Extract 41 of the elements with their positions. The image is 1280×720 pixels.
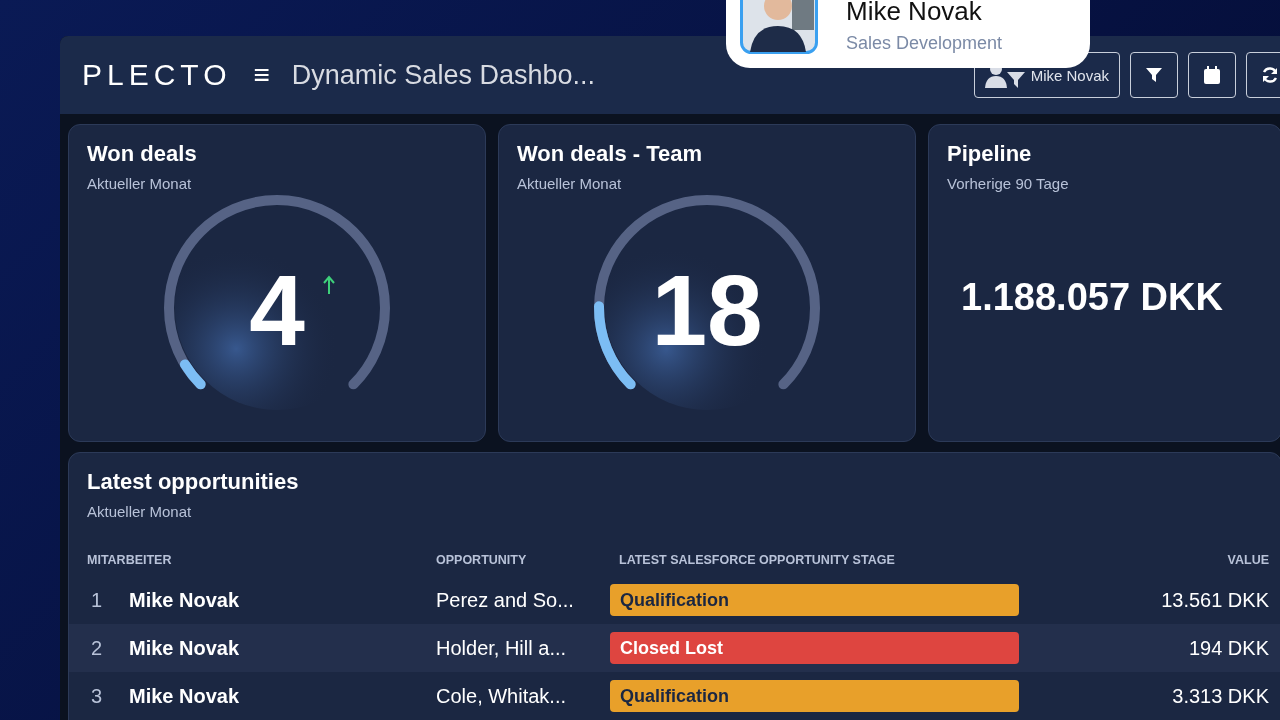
- calendar-button[interactable]: [1188, 52, 1236, 98]
- table-cell-text: 3.313 DKK: [1171, 684, 1269, 708]
- widget-subtitle: Vorherige 90 Tage: [947, 175, 1070, 192]
- table-title: Latest opportunities: [87, 469, 300, 495]
- filter-icon: [1145, 66, 1163, 84]
- stage-badge: Closed Lost: [610, 632, 1019, 664]
- widget-title: Won deals - Team: [517, 141, 703, 167]
- table-cell-text: 194 DKK: [1187, 636, 1269, 660]
- gauge-value: 18: [651, 252, 763, 368]
- logo: PLECTO: [82, 58, 232, 92]
- widget-subtitle: Aktueller Monat: [517, 175, 623, 192]
- column-header: VALUE: [1226, 553, 1269, 567]
- gauge-value: 4: [249, 252, 305, 368]
- profile-name: Mike Novak: [846, 0, 983, 27]
- table-cell-text: Cole, Whitak...: [436, 684, 568, 708]
- profile-role: Sales Development: [846, 33, 1003, 54]
- table-cell-text: Mike Novak: [129, 636, 241, 660]
- rank: 1: [90, 588, 104, 612]
- table-cell-text: Mike Novak: [129, 588, 241, 612]
- table-cell-text: Mike Novak: [129, 684, 241, 708]
- stage-badge: Qualification: [610, 584, 1019, 616]
- widget-title: Pipeline: [947, 141, 1033, 167]
- rank: 3: [90, 684, 104, 708]
- calendar-icon: [1204, 66, 1220, 84]
- table-cell-text: 13.561 DKK: [1160, 588, 1269, 612]
- menu-button[interactable]: ≡: [253, 59, 270, 91]
- widget-title: Won deals: [87, 141, 198, 167]
- table-cell-text: Perez and So...: [436, 588, 575, 612]
- column-header: MITARBEITER: [87, 553, 173, 567]
- filter-button[interactable]: [1130, 52, 1178, 98]
- refresh-button[interactable]: [1246, 52, 1280, 98]
- table-cell-text: Holder, Hill a...: [436, 636, 568, 660]
- widget-subtitle: Aktueller Monat: [87, 175, 193, 192]
- table-subtitle: Aktueller Monat: [87, 503, 193, 520]
- dashboard-title: Dynamic Sales Dashbo...: [291, 59, 596, 91]
- column-header: OPPORTUNITY: [436, 553, 528, 567]
- column-header: LATEST SALESFORCE OPPORTUNITY STAGE: [619, 553, 896, 567]
- widget-value: 1.188.057 DKK: [961, 274, 1223, 320]
- stage-badge: Qualification: [610, 680, 1019, 712]
- refresh-icon: [1261, 66, 1279, 84]
- rank: 2: [90, 636, 104, 660]
